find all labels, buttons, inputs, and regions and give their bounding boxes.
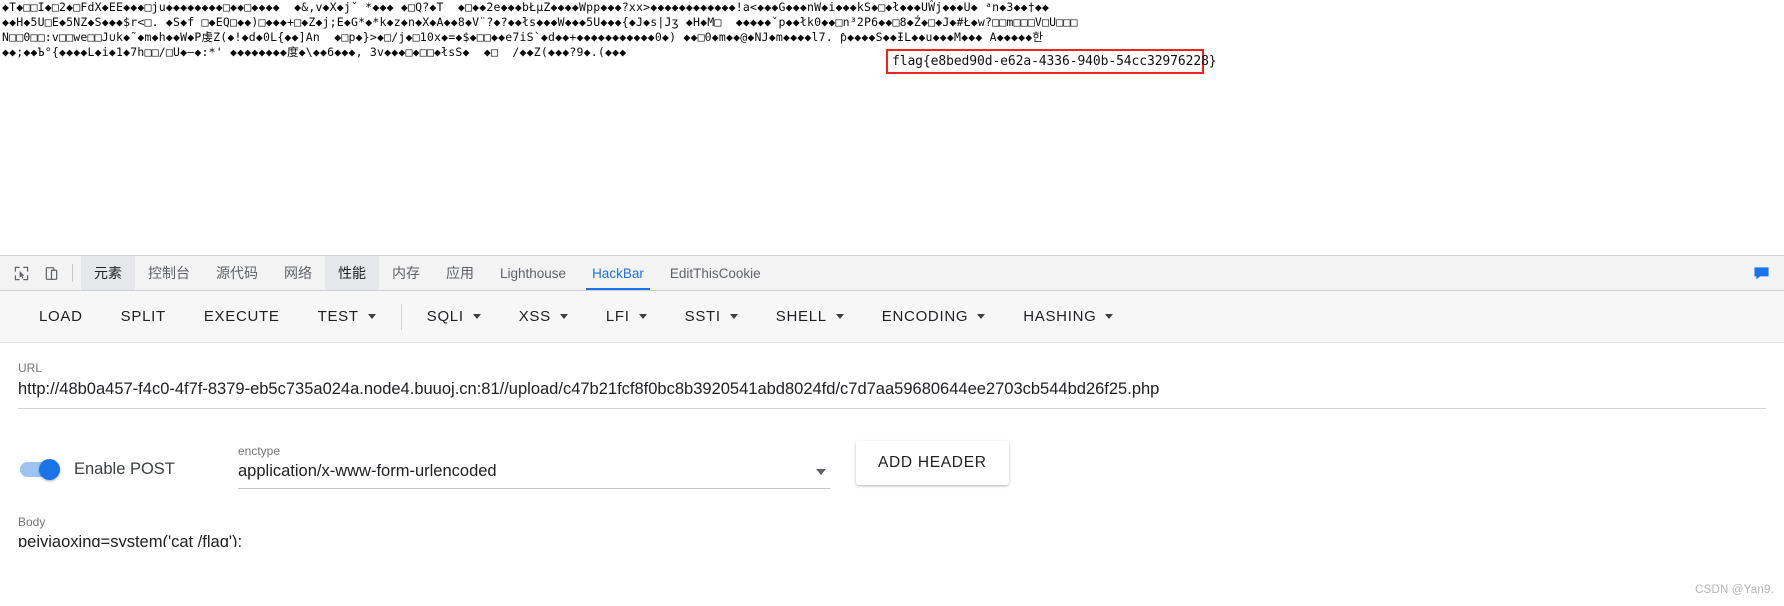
enctype-field-group: enctype application/x-www-form-urlencode… [238,444,830,489]
device-toolbar-icon[interactable] [36,256,66,290]
button-label: TEST [317,308,359,325]
chevron-down-icon [729,314,738,319]
encoding-menu-button[interactable]: ENCODING [863,299,1004,335]
chevron-down-icon [1105,314,1114,319]
execute-button[interactable]: EXECUTE [185,299,299,335]
chevron-down-icon [367,314,376,319]
enctype-label: enctype [238,444,281,458]
tabstrip-right-actions [1748,256,1784,290]
tab-label: EditThisCookie [669,265,761,281]
feedback-chat-icon[interactable] [1748,262,1774,284]
tab-label: 网络 [284,265,312,281]
hashing-menu-button[interactable]: HASHING [1004,299,1132,335]
xss-menu-button[interactable]: XSS [500,299,587,335]
tab-label: 源代码 [216,265,258,281]
ssti-menu-button[interactable]: SSTI [666,299,757,335]
toggle-switch-icon [18,459,62,480]
button-label: XSS [518,308,551,325]
body-input[interactable]: peiyiaoxing=system('cat /flag'); [18,533,1766,547]
garbled-line: N□□0□□:v□□we□□J∪k◆˜◆m◆h◆◆W◆P虔Z(◆!◆d◆0L{◆… [2,30,1044,44]
garbled-line: ◆◆H◆5U□E◆5NZ◆S◆◆◆$r<□. ◆S◆f □◆EQ□◆◆)□◆◆◆… [2,15,1078,29]
tab-sources[interactable]: 源代码 [203,256,271,290]
inspect-element-icon[interactable] [6,256,36,290]
chevron-down-icon [977,314,986,319]
post-options-row: Enable POST enctype application/x-www-fo… [18,433,1766,489]
sqli-menu-button[interactable]: SQLI [408,299,500,335]
lfi-menu-button[interactable]: LFI [587,299,666,335]
url-input[interactable]: http://48b0a457-f4c0-4f7f-8379-eb5c735a0… [18,380,1766,407]
tab-label: Lighthouse [500,265,567,281]
button-label: HASHING [1023,308,1097,325]
watermark: CSDN @Yan9. [1695,584,1774,596]
button-label: SSTI [684,308,721,325]
toggle-knob [39,459,60,480]
chevron-down-icon [472,314,481,319]
tab-editthiscookie[interactable]: EditThisCookie [657,256,774,290]
tab-console[interactable]: 控制台 [135,256,203,290]
tab-performance[interactable]: 性能 [325,256,379,290]
button-label: SHELL [775,308,827,325]
button-label: SPLIT [120,308,166,325]
url-underline [18,408,1766,409]
tab-label: 控制台 [148,265,190,281]
split-button[interactable]: SPLIT [102,299,185,335]
devtools-tabstrip: 元素 控制台 源代码 网络 性能 内存 应用 Lighthouse HackBa… [0,256,1784,291]
enctype-value: application/x-www-form-urlencoded [238,462,497,480]
tab-application[interactable]: 应用 [433,256,487,290]
button-label: SQLI [426,308,464,325]
toolbar-divider [400,303,402,330]
test-menu-button[interactable]: TEST [299,299,395,335]
tab-label: 应用 [446,265,474,281]
hackbar-toolbar: LOAD SPLIT EXECUTE TEST SQLI XSS LFI SST… [0,291,1784,343]
chevron-down-icon [638,314,647,319]
tab-network[interactable]: 网络 [271,256,325,290]
chevron-down-icon [835,314,844,319]
button-label: ADD HEADER [878,454,987,471]
body-label: Body [18,515,46,529]
chevron-down-icon [816,468,826,475]
tab-label: 性能 [338,265,366,281]
chevron-down-icon [559,314,568,319]
shell-menu-button[interactable]: SHELL [757,299,863,335]
flag-text: flag{e8bed90d-e62a-4336-940b-54cc3297622… [892,54,1217,69]
tab-label: 元素 [94,265,122,281]
button-label: ENCODING [881,308,969,325]
garbled-line: ◆T◆□□I◆□2◆□FdX◆EE◆◆◆□ju◆◆◆◆◆◆◆◆□◆◆□◆◆◆◆ … [2,0,1050,14]
tab-elements[interactable]: 元素 [81,256,135,290]
button-label: EXECUTE [203,308,280,325]
url-field-group: URL http://48b0a457-f4c0-4f7f-8379-eb5c7… [18,361,1766,409]
button-label: LOAD [39,308,83,325]
hackbar-form: URL http://48b0a457-f4c0-4f7f-8379-eb5c7… [0,361,1784,547]
tab-label: HackBar [592,265,644,281]
enable-post-toggle[interactable]: Enable POST [18,449,238,489]
enctype-underline [238,488,830,489]
tab-memory[interactable]: 内存 [379,256,433,290]
devtools-panel: 元素 控制台 源代码 网络 性能 内存 应用 Lighthouse HackBa… [0,255,1784,606]
binary-output-area: ◆T◆□□I◆□2◆□FdX◆EE◆◆◆□ju◆◆◆◆◆◆◆◆□◆◆□◆◆◆◆ … [0,0,1784,255]
tabstrip-divider [72,264,73,282]
enable-post-label: Enable POST [74,459,175,478]
load-button[interactable]: LOAD [20,299,102,335]
enctype-select[interactable]: application/x-www-form-urlencoded [238,462,830,488]
add-header-button[interactable]: ADD HEADER [856,441,1009,485]
tab-hackbar[interactable]: HackBar [579,256,657,290]
tab-label: 内存 [392,265,420,281]
url-label: URL [18,361,43,375]
button-label: LFI [605,308,630,325]
tab-lighthouse[interactable]: Lighthouse [487,256,579,290]
